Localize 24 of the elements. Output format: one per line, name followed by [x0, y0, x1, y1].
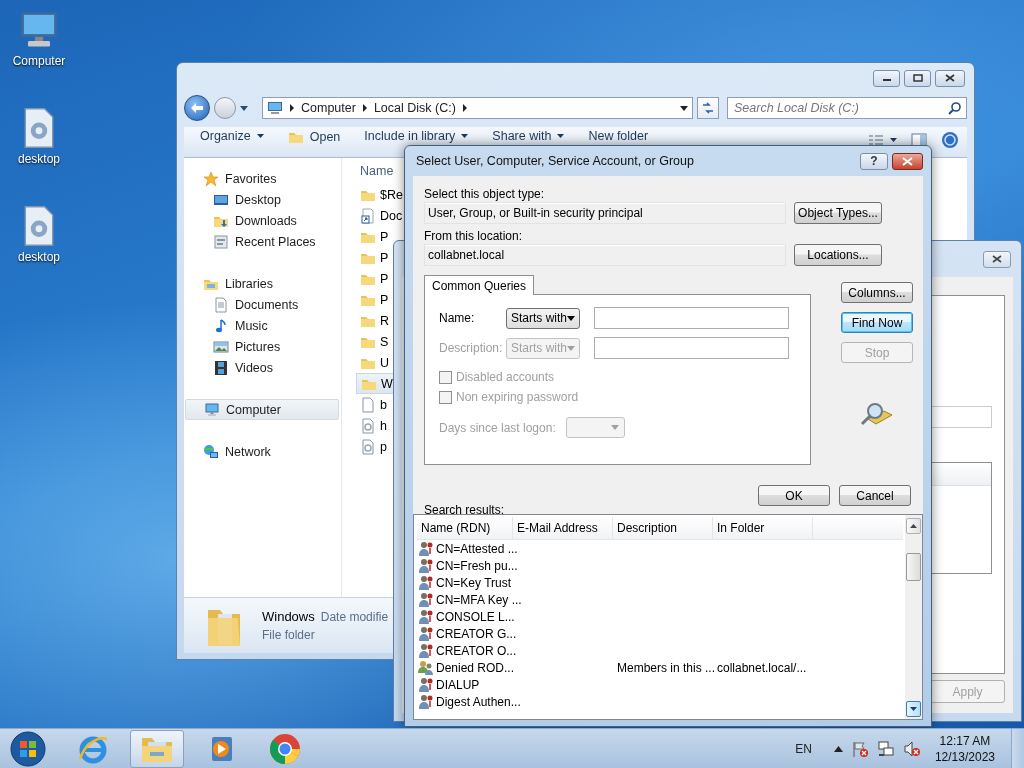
field-label: Select this object type:: [424, 186, 546, 202]
table-cell: CN=Key Trust: [436, 575, 512, 590]
table-cell: Members in this ...: [617, 660, 716, 675]
dialog-title: Select User, Computer, Service Account, or Group: [415, 154, 695, 168]
checkbox-label: Disabled accounts: [456, 370, 555, 384]
details-label: Date modifie: [320, 610, 389, 624]
field-label: Days since last logon:: [439, 420, 556, 435]
table-cell: collabnet.local/...: [717, 660, 807, 675]
details-name: Windows: [262, 609, 315, 624]
table-cell: Denied ROD...: [436, 660, 515, 675]
field-label: Name:: [439, 311, 476, 325]
table-cell: CN=MFA Key ...: [436, 592, 522, 607]
field-label: Description:: [439, 341, 504, 355]
table-cell: CONSOLE L...: [436, 609, 515, 624]
table-cell: Digest Authen...: [436, 694, 521, 709]
field-label: From this location:: [424, 228, 524, 244]
details-type: File folder: [262, 628, 316, 642]
table-cell: CREATOR O...: [436, 643, 517, 658]
table-cell: CN=Attested ...: [436, 541, 518, 556]
table-cell: DIALUP: [436, 677, 480, 692]
checkbox-label: Non expiring password: [456, 390, 579, 404]
table-cell: CN=Fresh pu...: [436, 558, 518, 573]
table-cell: CREATOR G...: [436, 626, 517, 641]
section-label: Search results:: [423, 503, 506, 517]
